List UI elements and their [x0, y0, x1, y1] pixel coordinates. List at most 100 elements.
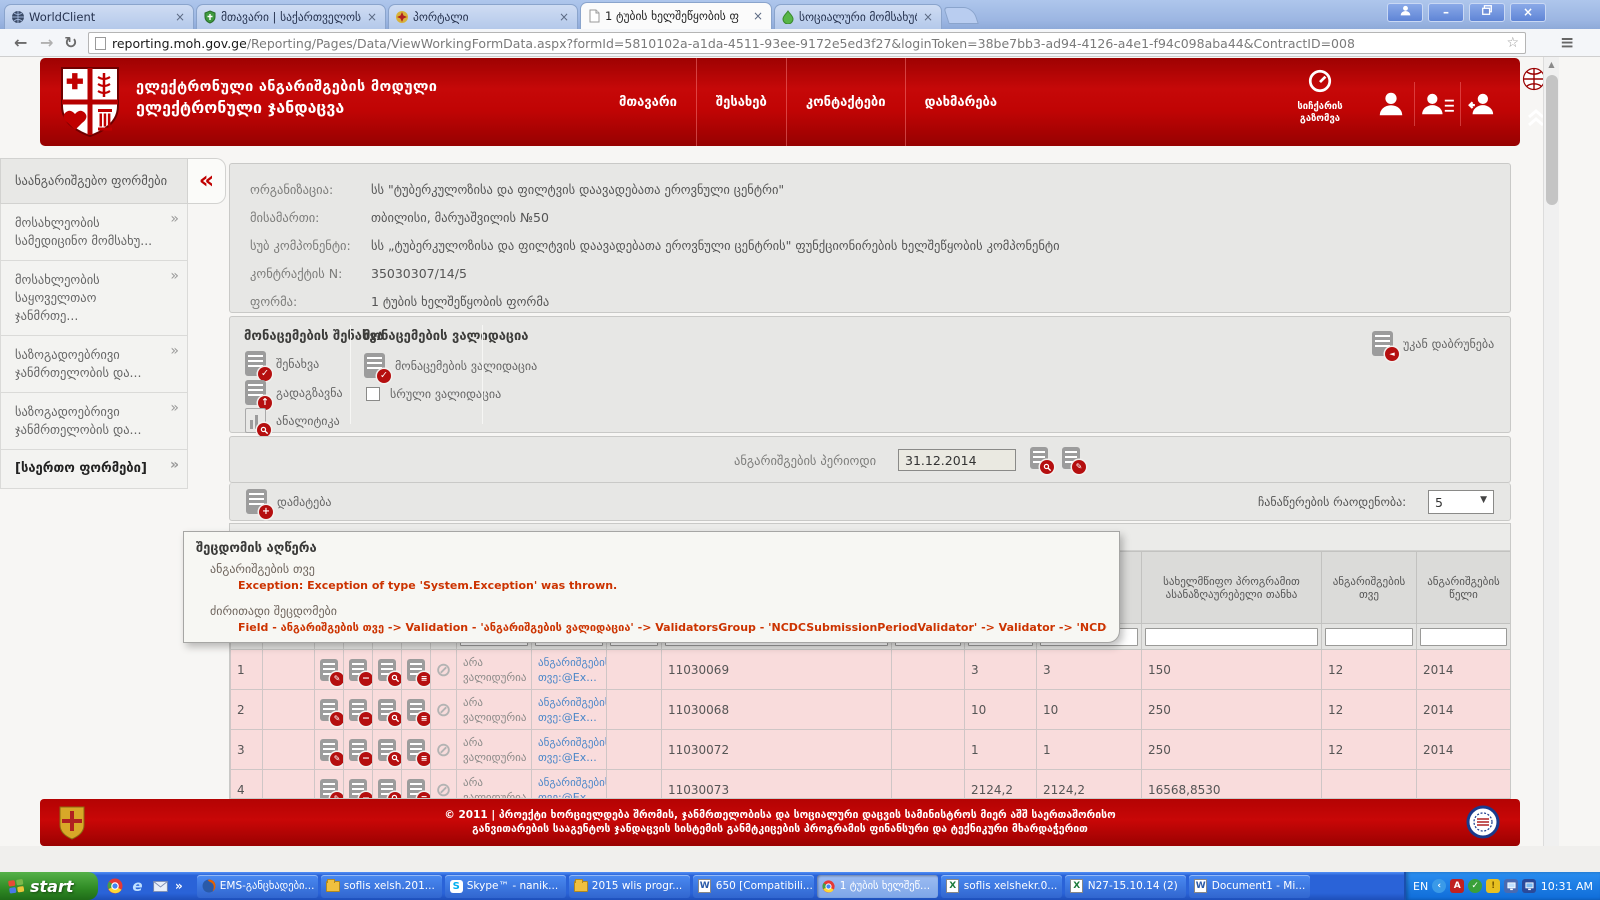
- sidebar-collapse-button[interactable]: «: [188, 158, 226, 204]
- row-details-button[interactable]: ≡: [407, 739, 425, 761]
- row-edit-button[interactable]: ✎: [320, 659, 338, 681]
- row-edit-button[interactable]: ✎: [320, 739, 338, 761]
- row-details-button[interactable]: ≡: [407, 779, 425, 800]
- hide-icons-icon[interactable]: ‹: [1432, 879, 1446, 893]
- mail-quicklaunch-icon[interactable]: [152, 878, 169, 895]
- row-error-link[interactable]: ანგარიშგების თვე:@Ex...: [538, 696, 607, 724]
- browser-menu-icon[interactable]: ≡: [1560, 33, 1574, 53]
- restore-button[interactable]: [1469, 3, 1505, 22]
- user-list-icon[interactable]: [1414, 82, 1460, 126]
- task-excel-soflis[interactable]: X soflis xelshekr.0...: [941, 875, 1062, 898]
- save-button[interactable]: ✓ შენახვა: [245, 351, 319, 376]
- address-bar[interactable]: reporting.moh.gov.ge/Reporting/Pages/Dat…: [88, 32, 1526, 54]
- reload-icon[interactable]: ↻: [64, 33, 77, 52]
- task-skype[interactable]: S Skype™ - nanik...: [445, 875, 566, 898]
- tab-social[interactable]: სოციალური მომსახურებ ×: [774, 4, 942, 29]
- back-button[interactable]: ◄ უკან დაბრუნება: [1372, 331, 1494, 356]
- row-delete-button[interactable]: −: [349, 699, 367, 721]
- records-count-select[interactable]: 5 ▼: [1428, 490, 1494, 514]
- full-validation-checkbox[interactable]: [366, 387, 380, 401]
- period-search-button[interactable]: [1030, 447, 1048, 469]
- row-view-button[interactable]: [378, 779, 396, 800]
- task-word-650[interactable]: W 650 [Compatibili...: [693, 875, 814, 898]
- row-delete-button[interactable]: −: [349, 739, 367, 761]
- row-view-button[interactable]: [378, 659, 396, 681]
- profile-icon[interactable]: [1368, 82, 1414, 126]
- profile-button[interactable]: [1387, 3, 1423, 22]
- tab-worldclient[interactable]: WorldClient ×: [4, 4, 194, 29]
- task-folder-soflis[interactable]: soflis xelsh.201...: [321, 875, 442, 898]
- quicklaunch-more-icon[interactable]: »: [175, 879, 183, 893]
- minimize-button[interactable]: –: [1428, 3, 1464, 22]
- send-button[interactable]: ↑ გადაგზავნა: [245, 380, 343, 405]
- task-ems[interactable]: EMS-განცხადები...: [197, 875, 318, 898]
- task-folder-2015[interactable]: 2015 wlis progr...: [569, 875, 690, 898]
- sidebar-item-public-health-1[interactable]: საზოგადოებრივი ჯანმრთელობის და... »: [0, 336, 188, 393]
- chrome-quicklaunch-icon[interactable]: [106, 878, 123, 895]
- analytics-button[interactable]: ანალიტიკა: [245, 408, 340, 433]
- task-chrome-active[interactable]: 1 ტუბის ხელშეწ...: [817, 875, 938, 898]
- filter-input[interactable]: [1145, 628, 1318, 646]
- nav-about[interactable]: შესახებ: [696, 58, 786, 146]
- app-brand: ელექტრონული ანგარიშგების მოდული ელექტრონ…: [136, 79, 437, 117]
- nav-help[interactable]: დახმარება: [905, 58, 1016, 146]
- page-scrollbar[interactable]: ▲ ▼: [1543, 57, 1559, 872]
- row-view-button[interactable]: [378, 739, 396, 761]
- nav-contacts[interactable]: კონტაქტები: [786, 58, 905, 146]
- row-delete-button[interactable]: −: [349, 659, 367, 681]
- chevron-right-icon: »: [170, 342, 179, 360]
- antivirus-tray-icon[interactable]: ✓: [1468, 879, 1482, 893]
- scroll-up-icon[interactable]: ▲: [1544, 57, 1559, 72]
- start-button[interactable]: start: [0, 872, 98, 900]
- period-edit-button[interactable]: ✎: [1062, 447, 1080, 469]
- tab-tub-form-active[interactable]: 1 ტუბის ხელშეწყობის ფ ×: [580, 2, 772, 29]
- add-button[interactable]: + დამატება: [246, 489, 332, 514]
- acrobat-tray-icon[interactable]: A: [1450, 879, 1464, 893]
- filter-input[interactable]: [1420, 628, 1507, 646]
- logout-icon[interactable]: [1460, 82, 1506, 126]
- tab-mtavari[interactable]: მთავარი | საქართველოს ×: [196, 4, 386, 29]
- scrollbar-thumb[interactable]: [1546, 75, 1558, 205]
- row-number: 2: [231, 690, 263, 730]
- row-view-button[interactable]: [378, 699, 396, 721]
- close-button[interactable]: ×: [1510, 3, 1546, 22]
- row-details-button[interactable]: ≡: [407, 699, 425, 721]
- tab-close-icon[interactable]: ×: [751, 9, 765, 23]
- bookmark-star-icon[interactable]: ☆: [1506, 35, 1519, 51]
- tab-close-icon[interactable]: ×: [365, 10, 379, 24]
- nav-home[interactable]: მთავარი: [600, 58, 696, 146]
- tab-close-icon[interactable]: ×: [557, 10, 571, 24]
- sidebar-item-public-health-2[interactable]: საზოგადოებრივი ჯანმრთელობის და... »: [0, 393, 188, 450]
- period-date-input[interactable]: 31.12.2014: [898, 449, 1016, 471]
- row-delete-button[interactable]: −: [349, 779, 367, 800]
- row-edit-button[interactable]: ✎: [320, 699, 338, 721]
- display-tray-icon[interactable]: [1522, 879, 1536, 893]
- filter-input[interactable]: [1325, 628, 1413, 646]
- row-edit-button[interactable]: ✎: [320, 779, 338, 800]
- forward-icon[interactable]: →: [40, 33, 53, 52]
- language-indicator[interactable]: EN: [1413, 880, 1428, 893]
- sidebar-item-medical-services[interactable]: მოსახლეობის სამედიცინო მომსახუ... »: [0, 204, 188, 261]
- sidebar-item-universal-health[interactable]: მოსახლეობის საყოველთაო ჯანმრთე... »: [0, 261, 188, 336]
- ie-quicklaunch-icon[interactable]: e: [129, 878, 146, 895]
- row-details-button[interactable]: ≡: [407, 659, 425, 681]
- task-excel-n27[interactable]: X N27-15.10.14 (2): [1065, 875, 1186, 898]
- network-tray-icon[interactable]: [1504, 879, 1518, 893]
- row-error-link[interactable]: ანგარიშგების თვე:@Ex...: [538, 776, 607, 800]
- speed-test-button[interactable]: სიჩქარის გაზომვა: [1283, 68, 1357, 125]
- sidebar-item-common-forms[interactable]: [საერთო ფორმები] »: [0, 450, 188, 489]
- task-word-document1[interactable]: W Document1 - Mi...: [1189, 875, 1310, 898]
- chevron-right-icon: »: [170, 399, 179, 417]
- tab-close-icon[interactable]: ×: [921, 10, 935, 24]
- tab-portali[interactable]: პორტალი ×: [388, 4, 578, 29]
- sidebar-item-label: მოსახლეობის სამედიცინო მომსახუ...: [15, 215, 152, 248]
- back-icon[interactable]: ←: [14, 33, 27, 52]
- tab-close-icon[interactable]: ×: [173, 10, 187, 24]
- row-error-link[interactable]: ანგარიშგების თვე:@Ex...: [538, 736, 607, 764]
- full-validation-option[interactable]: სრული ვალიდაცია: [366, 387, 501, 401]
- skype-icon: S: [450, 880, 463, 893]
- security-shield-tray-icon[interactable]: !: [1486, 879, 1500, 893]
- new-tab-button[interactable]: [943, 7, 979, 24]
- row-error-link[interactable]: ანგარიშგების თვე:@Ex...: [538, 656, 607, 684]
- validate-button[interactable]: ✓ მონაცემების ვალიდაცია: [364, 353, 537, 378]
